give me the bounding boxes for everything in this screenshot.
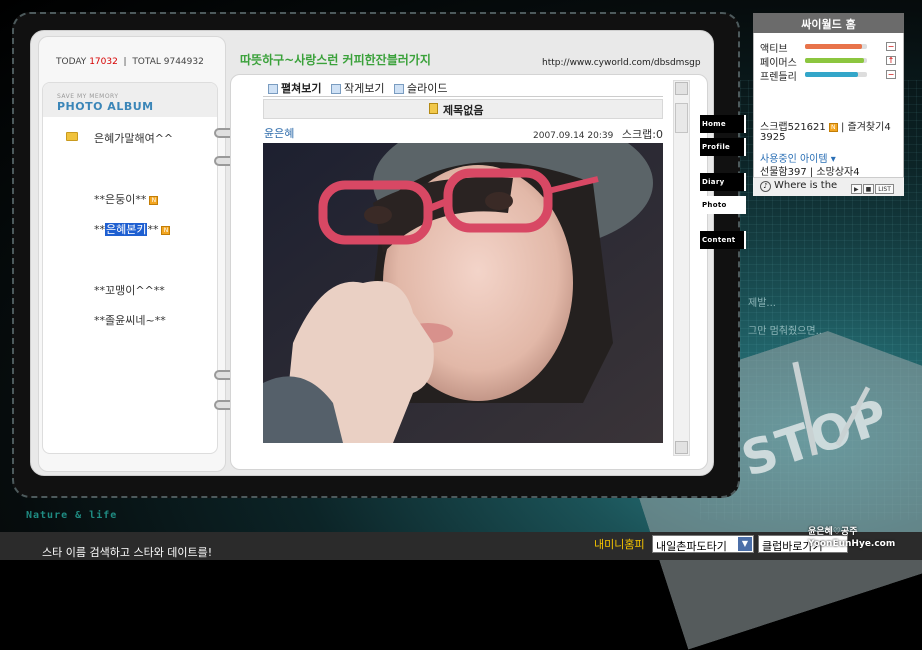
tab-slide-label: 슬라이드: [406, 82, 448, 95]
bgm-song: Where is the: [774, 180, 838, 191]
total-count: 9744932: [163, 57, 204, 67]
decor-text: 제발... 그만 멈춰줬으면..: [748, 290, 822, 346]
stat-active-label: 액티브: [760, 44, 788, 55]
decor-line-2: 그만 멈춰줬으면..: [748, 326, 822, 337]
slideshow-icon: [393, 84, 404, 94]
post-meta: 2007.09.14 20:39 스크랩:0: [533, 126, 663, 142]
stat-friendly-label: 프렌들리: [760, 72, 797, 83]
album-item-prefix: **: [94, 223, 105, 236]
fav-number: 3925: [760, 132, 786, 143]
album-title: PHOTO ALBUM: [57, 100, 154, 113]
stat-active-button[interactable]: −: [886, 42, 896, 51]
nav-home[interactable]: Home: [700, 115, 746, 133]
gift-info: 선물함397 | 소망상자4: [760, 167, 860, 178]
music-icon: ♪: [760, 181, 771, 192]
decor-line-1: 제발...: [748, 298, 776, 309]
total-label: TOTAL: [132, 57, 161, 67]
today-count: 17032: [89, 57, 118, 67]
chevron-down-icon: ▼: [738, 537, 752, 551]
bgm-controls: ▶ ■ LIST: [851, 181, 895, 194]
post-date: 2007.09.14 20:39: [533, 131, 614, 141]
page-title: 따뜻하구~사랑스런 커피한잔블러가지: [240, 53, 431, 67]
stat-famous-fill: [805, 58, 864, 63]
post-scrap-count: 스크랩:0: [621, 128, 663, 141]
divider: [263, 96, 663, 97]
tab-slide[interactable]: 슬라이드: [393, 80, 448, 96]
play-icon[interactable]: ▶: [851, 184, 862, 194]
album-item-label: **은둥이**: [94, 193, 147, 206]
stat-friendly-button[interactable]: −: [886, 70, 896, 79]
view-tabs: 펼쳐보기 작게보기 슬라이드: [268, 80, 453, 96]
tab-expand[interactable]: 펼쳐보기: [268, 80, 321, 96]
grid-view-icon: [330, 84, 341, 94]
new-icon: N: [149, 195, 159, 205]
post-photo: [263, 143, 663, 443]
list-button[interactable]: LIST: [875, 184, 894, 194]
album-item-suffix: **: [147, 223, 159, 236]
album-item-4[interactable]: **졸윤씨네~**: [94, 312, 166, 328]
album-item-2[interactable]: **은혜본키** N: [94, 221, 171, 237]
stat-active-bar: [805, 44, 867, 49]
cyworld-home-title[interactable]: 싸이월드 홈: [753, 13, 904, 33]
album-subtitle: SAVE MY MEMORY: [57, 93, 119, 100]
stat-famous-label: 페이머스: [760, 58, 797, 69]
portrait-image: [263, 143, 663, 443]
bgm-title: ♪ Where is the: [760, 180, 837, 192]
today-label: TODAY: [56, 57, 87, 67]
nav-profile[interactable]: Profile: [700, 138, 746, 156]
watermark: 윤은혜♡공주 YoonEunHye.com: [808, 527, 896, 549]
stat-famous-button[interactable]: ↑: [886, 56, 896, 65]
tab-small-label: 작게보기: [343, 82, 385, 95]
memo-icon: [429, 103, 438, 114]
scrollbar[interactable]: [673, 80, 690, 456]
folder-icon: [66, 132, 78, 141]
scroll-up-button[interactable]: [675, 82, 688, 95]
folder-item[interactable]: 은혜가말해여^^: [94, 130, 173, 146]
stop-icon[interactable]: ■: [862, 184, 875, 194]
stat-active-fill: [805, 44, 863, 49]
scroll-down-button[interactable]: [675, 441, 688, 454]
album-item-selected-label: 은혜본키: [105, 223, 148, 236]
nav-diary[interactable]: Diary: [700, 173, 746, 191]
stat-famous-bar: [805, 58, 867, 63]
homepage-url[interactable]: http://www.cyworld.com/dbsdmsgp: [542, 58, 701, 68]
ilchon-select-value: 내일촌파도타기: [656, 540, 727, 553]
album-item-3[interactable]: **꼬맹이^^**: [94, 282, 165, 298]
album-item-1[interactable]: **은둥이** N: [94, 191, 159, 207]
post-author[interactable]: 윤은혜: [264, 125, 294, 141]
my-minihompy-link[interactable]: 내미니홈피: [594, 536, 645, 552]
post-title: 제목없음: [443, 104, 484, 117]
new-icon: N: [161, 225, 171, 235]
tab-small[interactable]: 작게보기: [330, 80, 385, 96]
star-search-text[interactable]: 스타 이름 검색하고 스타와 데이트를!: [42, 544, 212, 560]
fav-count[interactable]: 즐겨찾기4: [848, 122, 891, 133]
scrap-info: 스크랩521621 N | 즐겨찾기4: [760, 122, 891, 133]
stat-friendly-fill: [805, 72, 858, 77]
visitor-counter: TODAY 17032 | TOTAL 9744932: [56, 57, 204, 67]
ilchon-select[interactable]: 내일촌파도타기 ▼: [652, 535, 754, 553]
expand-view-icon: [268, 84, 278, 94]
nature-life-text: Nature & life: [26, 510, 118, 521]
nav-content[interactable]: Content: [700, 231, 746, 249]
scroll-thumb[interactable]: [675, 103, 688, 133]
nav-photo[interactable]: Photo: [700, 196, 746, 214]
tab-expand-label: 펼쳐보기: [281, 82, 322, 95]
new-icon: N: [828, 122, 838, 132]
stat-friendly-bar: [805, 72, 867, 77]
